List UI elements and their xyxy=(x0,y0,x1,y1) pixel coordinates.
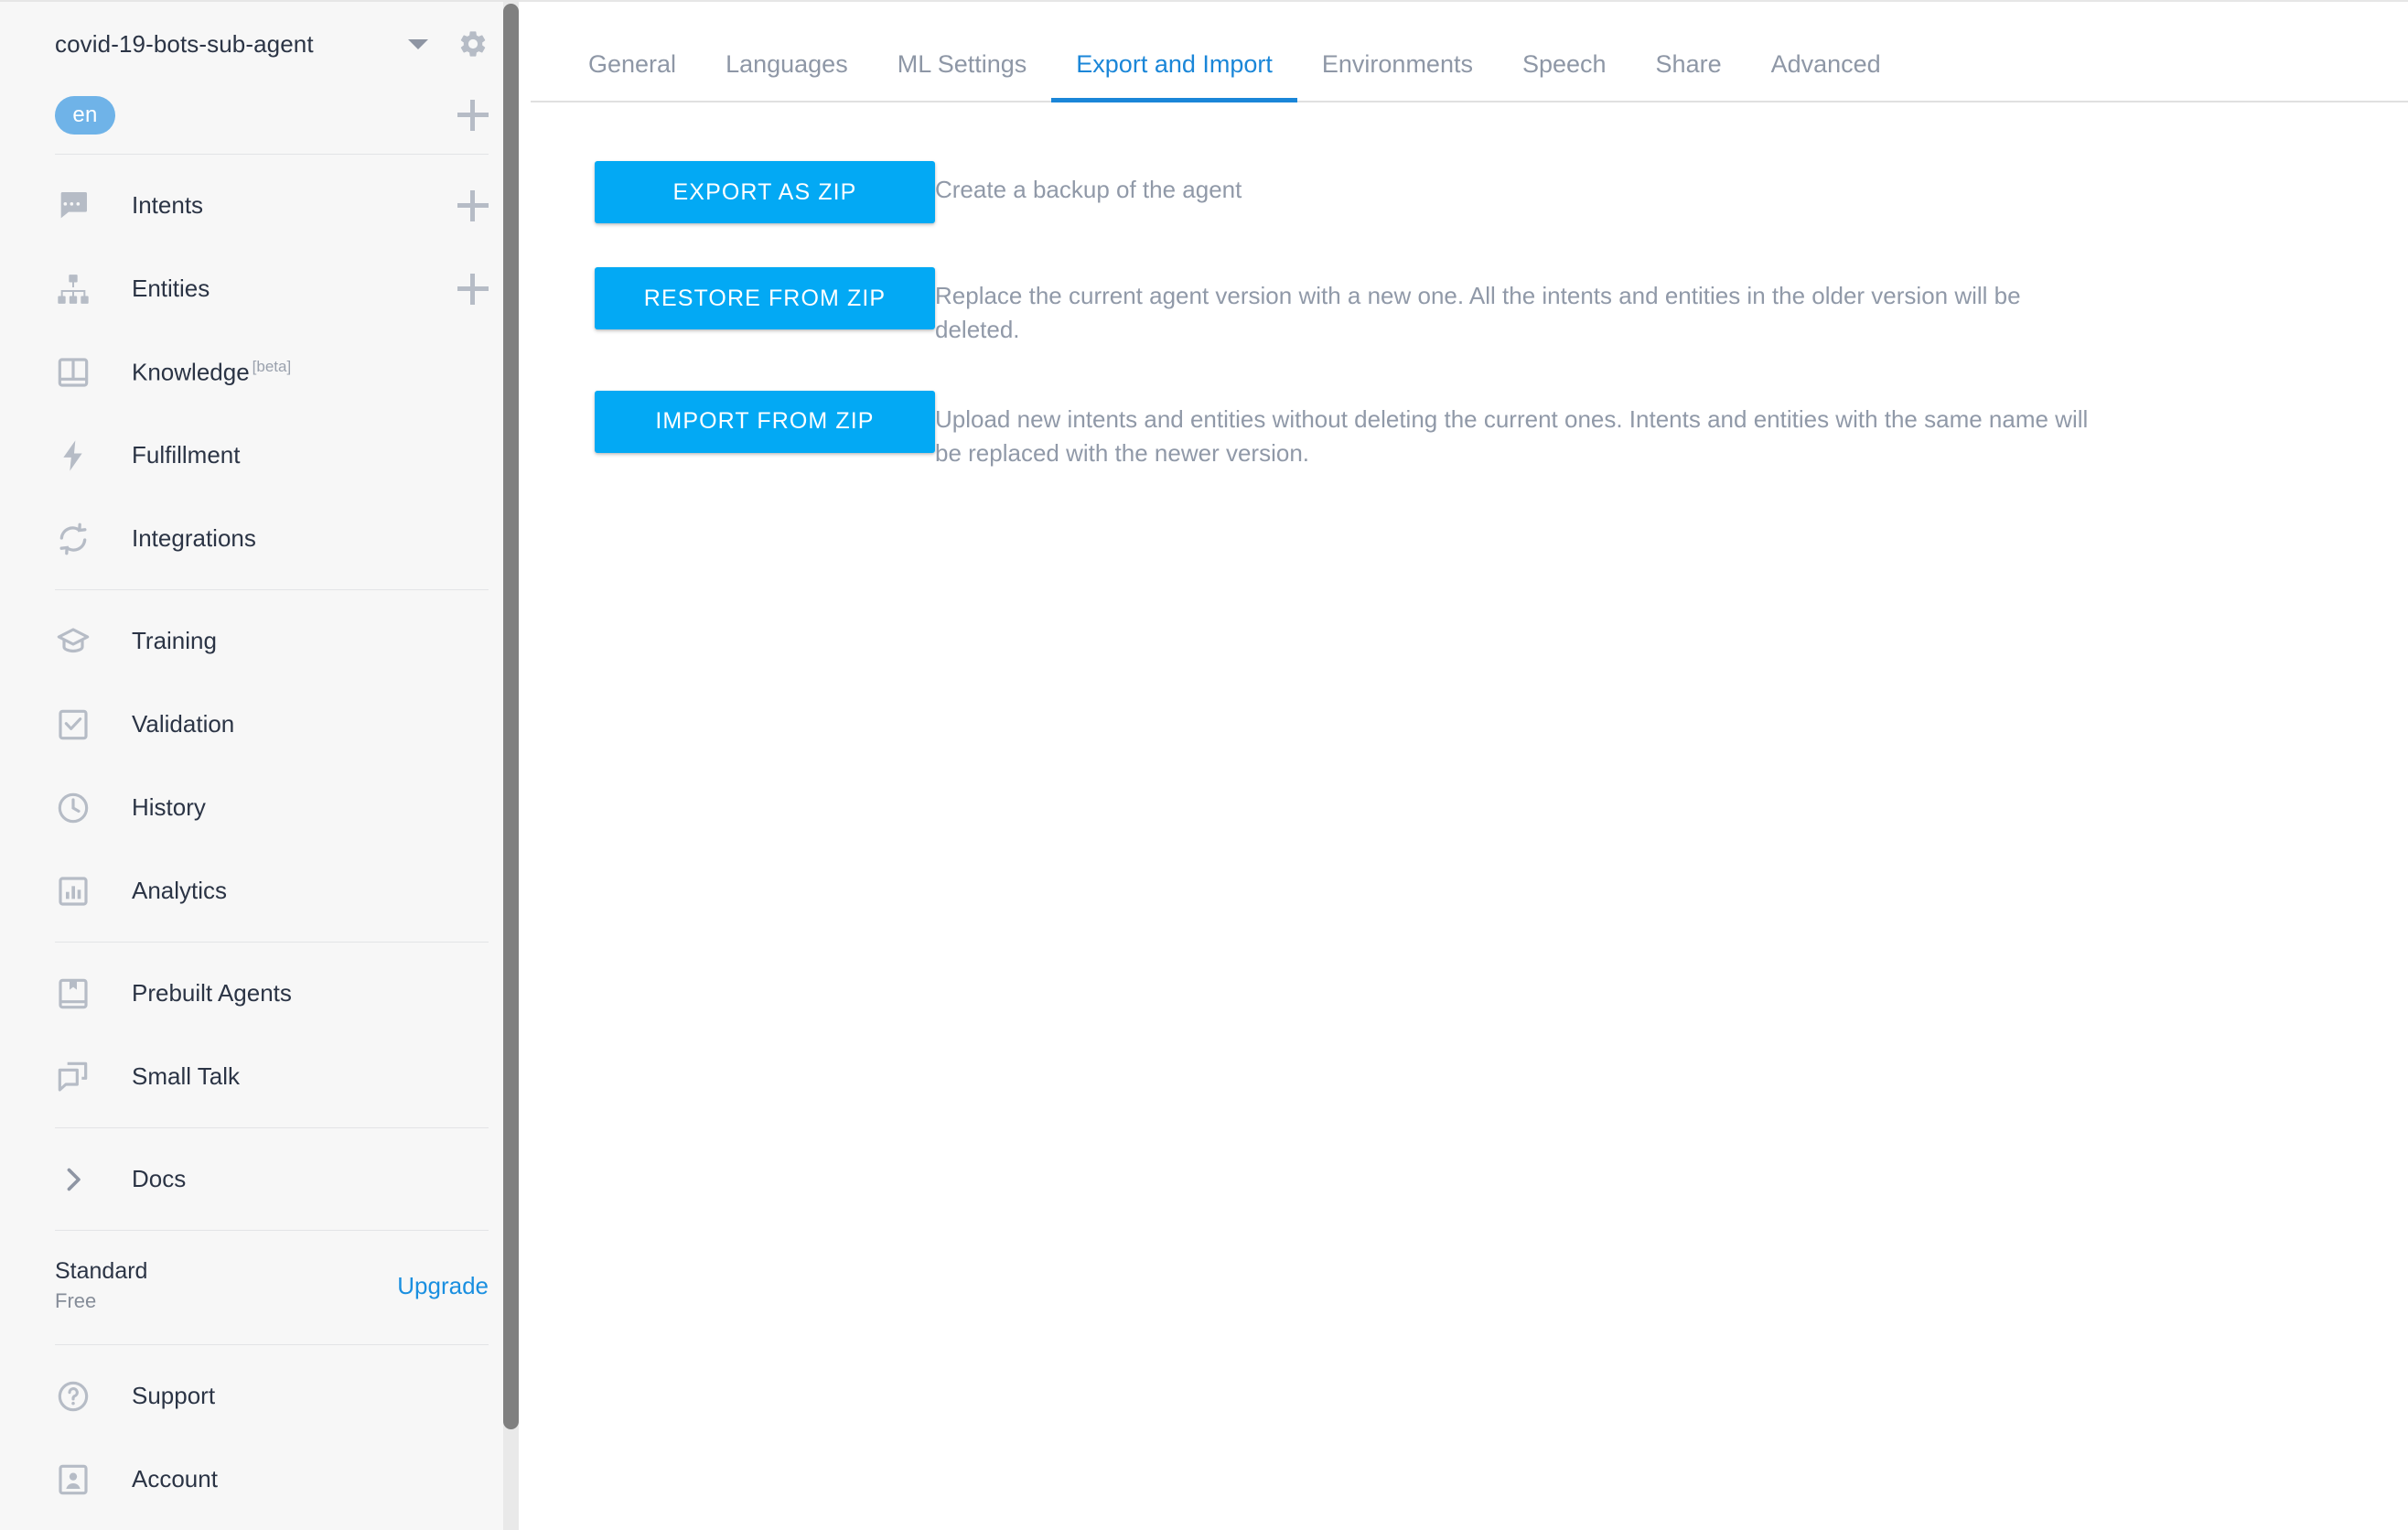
add-language-plus-icon[interactable] xyxy=(457,100,489,131)
integrations-icon xyxy=(55,521,91,557)
sidebar-item-label: Analytics xyxy=(132,877,228,904)
divider xyxy=(55,589,489,590)
fulfillment-icon xyxy=(55,437,91,474)
history-icon xyxy=(55,790,91,826)
export-import-panel: EXPORT AS ZIP Create a backup of the age… xyxy=(531,102,2408,470)
sidebar-edge xyxy=(519,2,531,1530)
tab-languages[interactable]: Languages xyxy=(701,52,873,101)
sidebar-item-label: Intents xyxy=(132,191,204,219)
divider xyxy=(55,1344,489,1345)
sidebar-item-label: Small Talk xyxy=(132,1062,241,1090)
app-root: covid-19-bots-sub-agent en Intents Entit… xyxy=(0,0,2408,1530)
beta-badge: [beta] xyxy=(252,357,292,375)
language-row: en xyxy=(0,86,531,145)
divider xyxy=(55,154,489,155)
sidebar-item-support[interactable]: Support xyxy=(0,1354,531,1438)
training-icon xyxy=(55,623,91,660)
plan-texts: Standard Free xyxy=(55,1258,397,1314)
help-circle-icon xyxy=(55,1378,91,1415)
language-chip-en[interactable]: en xyxy=(55,96,115,135)
sidebar-item-label: Knowledge [beta] xyxy=(132,357,292,386)
sidebar-scrollbar-thumb[interactable] xyxy=(503,4,519,1429)
sidebar-item-label: Prebuilt Agents xyxy=(132,979,292,1007)
gear-icon[interactable] xyxy=(457,28,489,59)
sidebar-item-label: Account xyxy=(132,1465,218,1492)
main-content: General Languages ML Settings Export and… xyxy=(531,0,2408,1530)
divider xyxy=(55,1127,489,1128)
plan-section: Standard Free Upgrade xyxy=(0,1240,531,1335)
tab-share[interactable]: Share xyxy=(1631,52,1747,101)
tab-speech[interactable]: Speech xyxy=(1498,52,1631,101)
chevron-down-icon[interactable] xyxy=(408,38,428,49)
account-icon xyxy=(55,1461,91,1498)
sidebar-item-label: Support xyxy=(132,1382,216,1409)
sidebar-item-validation[interactable]: Validation xyxy=(0,683,531,766)
sidebar-item-docs[interactable]: Docs xyxy=(0,1137,531,1221)
sidebar-item-knowledge[interactable]: Knowledge [beta] xyxy=(0,330,531,414)
sidebar-item-intents[interactable]: Intents xyxy=(0,164,531,247)
import-from-zip-button[interactable]: IMPORT FROM ZIP xyxy=(595,390,935,453)
sidebar-item-small-talk[interactable]: Small Talk xyxy=(0,1035,531,1118)
sidebar: covid-19-bots-sub-agent en Intents Entit… xyxy=(0,0,531,1530)
sidebar-item-fulfillment[interactable]: Fulfillment xyxy=(0,414,531,497)
export-as-zip-row: EXPORT AS ZIP Create a backup of the age… xyxy=(531,161,2408,223)
upgrade-link[interactable]: Upgrade xyxy=(397,1272,489,1300)
import-from-zip-row: IMPORT FROM ZIP Upload new intents and e… xyxy=(531,390,2408,470)
add-intent-plus-icon[interactable] xyxy=(457,189,489,221)
small-talk-icon xyxy=(55,1059,91,1095)
add-entity-plus-icon[interactable] xyxy=(457,273,489,305)
sidebar-item-label: Entities xyxy=(132,275,210,302)
divider xyxy=(55,942,489,943)
settings-tabbar: General Languages ML Settings Export and… xyxy=(531,2,2408,102)
restore-from-zip-button[interactable]: RESTORE FROM ZIP xyxy=(595,267,935,329)
plan-subtitle: Free xyxy=(55,1289,97,1313)
sidebar-item-label: Validation xyxy=(132,710,235,738)
sidebar-content: covid-19-bots-sub-agent en Intents Entit… xyxy=(0,2,531,1521)
sidebar-item-entities[interactable]: Entities xyxy=(0,247,531,330)
export-as-zip-button-cell: EXPORT AS ZIP xyxy=(531,161,935,223)
import-from-zip-button-cell: IMPORT FROM ZIP xyxy=(531,390,935,453)
sidebar-item-prebuilt-agents[interactable]: Prebuilt Agents xyxy=(0,952,531,1035)
restore-from-zip-description: Replace the current agent version with a… xyxy=(935,282,2021,343)
sidebar-item-label: Integrations xyxy=(132,524,256,552)
sidebar-item-analytics[interactable]: Analytics xyxy=(0,849,531,932)
agent-name: covid-19-bots-sub-agent xyxy=(55,29,314,58)
plan-title: Standard xyxy=(55,1257,148,1284)
tab-advanced[interactable]: Advanced xyxy=(1747,52,1906,101)
restore-from-zip-row: RESTORE FROM ZIP Replace the current age… xyxy=(531,267,2408,347)
export-as-zip-description: Create a backup of the agent xyxy=(935,176,1242,203)
prebuilt-agents-icon xyxy=(55,975,91,1012)
export-as-zip-button[interactable]: EXPORT AS ZIP xyxy=(595,161,935,223)
sidebar-item-account[interactable]: Account xyxy=(0,1438,531,1521)
sidebar-item-label: Training xyxy=(132,627,217,654)
import-from-zip-description: Upload new intents and entities without … xyxy=(935,404,2089,467)
sidebar-item-label: History xyxy=(132,793,206,821)
sidebar-item-training[interactable]: Training xyxy=(0,599,531,683)
analytics-icon xyxy=(55,873,91,910)
intents-icon xyxy=(55,188,91,224)
restore-from-zip-button-cell: RESTORE FROM ZIP xyxy=(531,267,935,329)
chevron-right-icon xyxy=(55,1161,91,1198)
tab-export-and-import[interactable]: Export and Import xyxy=(1051,52,1297,102)
divider xyxy=(55,1230,489,1231)
sidebar-item-label: Fulfillment xyxy=(132,441,241,469)
sidebar-item-label: Docs xyxy=(132,1165,187,1192)
tab-general[interactable]: General xyxy=(564,52,701,101)
sidebar-item-integrations[interactable]: Integrations xyxy=(0,497,531,580)
agent-selector[interactable]: covid-19-bots-sub-agent xyxy=(0,2,531,86)
tab-environments[interactable]: Environments xyxy=(1297,52,1498,101)
sidebar-item-history[interactable]: History xyxy=(0,766,531,849)
validation-icon xyxy=(55,706,91,743)
knowledge-icon xyxy=(55,354,91,391)
tab-ml-settings[interactable]: ML Settings xyxy=(873,52,1052,101)
entities-icon xyxy=(55,271,91,307)
